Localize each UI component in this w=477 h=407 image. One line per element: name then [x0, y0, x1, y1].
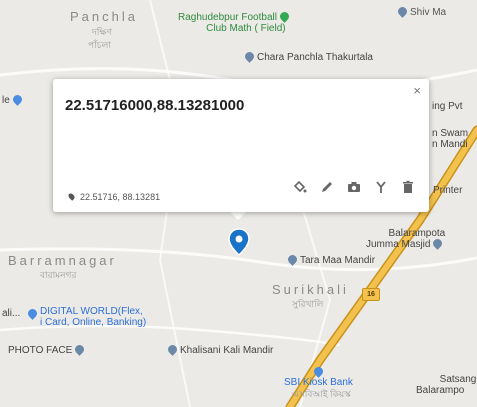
- area-label-barramnagar: Barramnagar: [8, 253, 117, 268]
- place-pin-icon: [286, 253, 299, 266]
- area-label-panchla-bengali-2: পাঁচলা: [88, 40, 111, 50]
- poi-shiv-mandir[interactable]: Shiv Ma: [396, 5, 446, 18]
- poi-left-partial[interactable]: le: [2, 93, 25, 106]
- poi-printers-partial[interactable]: Printer: [433, 185, 462, 196]
- highway-shield: 16: [362, 288, 380, 301]
- place-pin-icon: [243, 50, 256, 63]
- coordinates-short: 22.51716, 88.13281: [67, 192, 160, 202]
- place-pin-icon: [396, 5, 409, 18]
- poi-football-club[interactable]: Raghudebpur Football Club Math ( Field): [178, 10, 292, 34]
- poi-partial-prefix: ali...: [2, 308, 21, 319]
- poi-balarampota-masjid[interactable]: Balarampota Jumma Masjid: [366, 228, 445, 250]
- trash-icon[interactable]: [401, 180, 415, 194]
- popup-actions: [293, 180, 415, 194]
- location-marker-icon[interactable]: [228, 228, 250, 256]
- poi-sbi-kiosk-bengali: এসবিআই কিয়স্ক: [292, 389, 351, 399]
- poi-satsang-partial[interactable]: Satsang Balarampo: [416, 374, 476, 396]
- close-button[interactable]: ×: [413, 83, 421, 98]
- place-pin-icon: [312, 365, 325, 378]
- camera-icon[interactable]: [347, 180, 361, 194]
- paint-bucket-icon[interactable]: [293, 180, 307, 194]
- place-pin-icon: [277, 10, 291, 23]
- poi-chara-panchla[interactable]: Chara Panchla Thakurtala: [243, 50, 373, 63]
- poi-photo-face[interactable]: PHOTO FACE: [8, 343, 87, 356]
- place-pin-icon: [431, 237, 445, 250]
- place-pin-icon: [10, 93, 24, 106]
- poi-digital-world[interactable]: DIGITAL WORLD(Flex, i Card, Online, Bank…: [26, 306, 146, 328]
- area-label-panchla: Panchla: [70, 9, 138, 24]
- route-fork-icon[interactable]: [374, 180, 388, 194]
- poi-tara-maa-mandir[interactable]: Tara Maa Mandir: [286, 253, 375, 266]
- coordinates-popup: 22.51716000,88.13281000 × 22.51716, 88.1…: [53, 79, 429, 212]
- pencil-icon[interactable]: [320, 180, 334, 194]
- poi-sbi-kiosk-bank[interactable]: SBI Kiosk Bank: [284, 377, 353, 388]
- area-label-barramnagar-bengali: বারামনগর: [40, 270, 77, 280]
- place-pin-icon: [73, 343, 86, 356]
- area-label-panchla-bengali: দক্ষিণ: [92, 27, 113, 37]
- area-label-surikhali-bengali: সুরিখালি: [292, 299, 324, 309]
- place-pin-icon: [166, 343, 179, 356]
- pin-icon: [67, 192, 76, 201]
- coordinates-title: 22.51716000,88.13281000: [65, 97, 245, 114]
- area-label-surikhali: Surikhali: [272, 282, 349, 297]
- poi-pvt-partial[interactable]: ing Pvt: [432, 101, 463, 112]
- poi-khalisani-kali-mandir[interactable]: Khalisani Kali Mandir: [166, 343, 273, 356]
- poi-swami-mandir-partial[interactable]: n Swam n Mandi: [432, 128, 468, 150]
